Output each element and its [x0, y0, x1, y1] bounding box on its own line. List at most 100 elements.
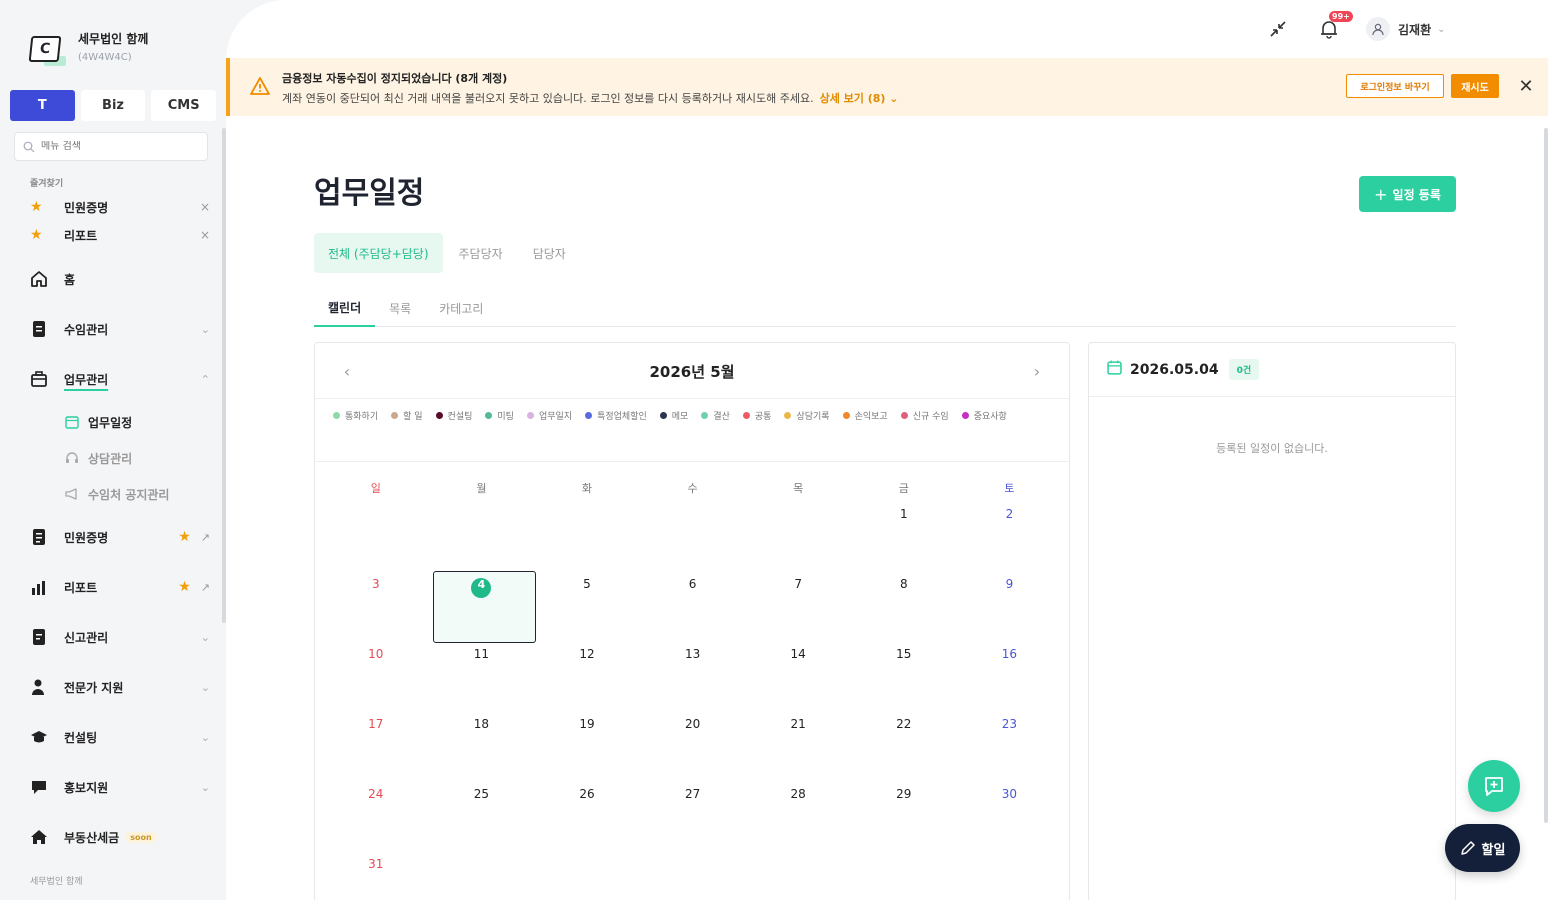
chevron-up-icon: ⌃: [200, 372, 210, 386]
nav-report[interactable]: 리포트 ★ ↗: [30, 575, 210, 599]
legend-item[interactable]: 메모: [659, 405, 688, 425]
calendar-day[interactable]: 26: [534, 787, 640, 857]
close-icon[interactable]: ×: [200, 200, 210, 214]
nav-promo[interactable]: 홍보지원 ⌄: [30, 775, 210, 799]
external-link-icon[interactable]: ↗: [201, 531, 210, 544]
calendar-day[interactable]: 3: [323, 577, 429, 647]
calendar-day[interactable]: 31: [323, 857, 429, 900]
add-schedule-button[interactable]: + 일정 등록: [1359, 176, 1456, 212]
calendar-day[interactable]: 19: [534, 717, 640, 787]
menu-search-input[interactable]: [41, 141, 191, 152]
calendar-day[interactable]: 2: [957, 507, 1063, 577]
legend-item[interactable]: 신규 수임: [900, 405, 949, 425]
star-icon[interactable]: ★: [178, 529, 191, 545]
calendar-day[interactable]: 7: [745, 577, 851, 647]
legend-item[interactable]: 업무일지: [526, 405, 572, 425]
legend-item[interactable]: 통화하기: [333, 405, 378, 425]
legend-label: 중요사항: [973, 411, 1007, 422]
legend-item[interactable]: 미팅: [485, 405, 514, 425]
calendar-day[interactable]: 22: [851, 717, 957, 787]
close-icon[interactable]: ×: [200, 228, 210, 242]
calendar-day[interactable]: 8: [851, 577, 957, 647]
calendar-day[interactable]: 13: [640, 647, 746, 717]
user-menu[interactable]: 김재환 ⌄: [1366, 17, 1446, 41]
nav-consult[interactable]: 컨설팅 ⌄: [30, 725, 210, 749]
calendar-day[interactable]: 5: [534, 577, 640, 647]
star-icon: ★: [30, 227, 43, 243]
alert-title: 금융정보 자동수집이 정지되었습니다 (8개 계정): [282, 72, 508, 85]
sub-item-notice[interactable]: 수임처 공지관리: [64, 484, 169, 504]
favorite-item-civil[interactable]: ★ 민원증명 ×: [30, 197, 210, 217]
legend-item[interactable]: 손익보고: [842, 405, 888, 425]
legend-item[interactable]: 할 일: [391, 405, 423, 425]
legend-item[interactable]: 컨설팅: [435, 405, 472, 425]
tab-list[interactable]: 목록: [375, 290, 425, 327]
calendar-day[interactable]: 24: [323, 787, 429, 857]
change-login-button[interactable]: 로그인정보 바꾸기: [1346, 74, 1444, 98]
tab-scope-assignee[interactable]: 담당자: [519, 233, 580, 273]
tab-calendar[interactable]: 캘린더: [314, 290, 376, 327]
favorite-item-report[interactable]: ★ 리포트 ×: [30, 225, 210, 245]
tab-scope-all[interactable]: 전체 (주담당+담당): [314, 233, 443, 273]
weekday-header: 토: [1004, 482, 1015, 495]
calendar-day[interactable]: 23: [957, 717, 1063, 787]
day-number: 18: [473, 717, 490, 731]
tab-scope-main[interactable]: 주담당자: [445, 233, 517, 273]
calendar-day[interactable]: 6: [640, 577, 746, 647]
collapse-icon[interactable]: [1266, 17, 1290, 41]
calendar-day[interactable]: 28: [745, 787, 851, 857]
mode-tab-t[interactable]: T: [10, 90, 75, 121]
brand[interactable]: C 세무법인 함께 (4W4W4C): [28, 30, 148, 68]
legend-item[interactable]: 중요사항: [961, 405, 1007, 425]
calendar-day[interactable]: 4: [429, 577, 535, 647]
nav-fee[interactable]: 수임관리 ⌄: [30, 317, 210, 341]
alert-description: 계좌 연동이 중단되어 최신 거래 내역을 불러오지 못하고 있습니다. 로그인…: [282, 92, 899, 105]
calendar-day[interactable]: 18: [429, 717, 535, 787]
bell-icon[interactable]: 99+: [1317, 11, 1353, 41]
legend-item[interactable]: 결산: [701, 405, 730, 425]
calendar-day[interactable]: 9: [957, 577, 1063, 647]
retry-button[interactable]: 재시도: [1451, 74, 1499, 98]
calendar-day[interactable]: 27: [640, 787, 746, 857]
legend-item[interactable]: 특정업체할인: [585, 405, 647, 425]
calendar-day[interactable]: 20: [640, 717, 746, 787]
sub-item-schedule[interactable]: 업무일정: [64, 412, 132, 432]
nav-filing[interactable]: 신고관리 ⌄: [30, 625, 210, 649]
legend-label: 손익보고: [854, 411, 888, 422]
nav-realestate[interactable]: 부동산세금 soon: [30, 825, 210, 849]
todo-fab-button[interactable]: 할일: [1445, 824, 1520, 872]
legend-label: 미팅: [497, 411, 514, 422]
calendar-day[interactable]: 12: [534, 647, 640, 717]
nav-civil[interactable]: 민원증명 ★ ↗: [30, 525, 210, 549]
calendar-day[interactable]: 15: [851, 647, 957, 717]
chevron-right-icon[interactable]: ›: [1025, 361, 1049, 381]
star-icon[interactable]: ★: [178, 579, 191, 595]
calendar-day[interactable]: 17: [323, 717, 429, 787]
calendar-day[interactable]: 30: [957, 787, 1063, 857]
sub-item-consult[interactable]: 상담관리: [64, 448, 132, 468]
calendar-day[interactable]: 1: [851, 507, 957, 577]
mode-tab-biz[interactable]: Biz: [80, 90, 146, 121]
nav-home[interactable]: 홈: [30, 267, 210, 291]
alert-more-link[interactable]: 상세 보기 (8) ⌄: [820, 92, 899, 105]
legend-item[interactable]: 상담기록: [784, 405, 830, 425]
calendar-day[interactable]: 21: [745, 717, 851, 787]
tab-category[interactable]: 카테고리: [425, 290, 497, 327]
nav-expert[interactable]: 전문가 지원 ⌄: [30, 675, 210, 699]
external-link-icon[interactable]: ↗: [201, 581, 210, 594]
calendar-day[interactable]: 16: [957, 647, 1063, 717]
mode-tab-cms[interactable]: CMS: [151, 90, 217, 121]
calendar-day[interactable]: 14: [745, 647, 851, 717]
calendar-day[interactable]: 11: [429, 647, 535, 717]
nav-work[interactable]: 업무관리 ⌃: [30, 367, 210, 391]
calendar-day[interactable]: 25: [429, 787, 535, 857]
close-icon[interactable]: ✕: [1514, 74, 1538, 98]
legend-item[interactable]: 공통: [742, 405, 771, 425]
main-scrollbar[interactable]: [1544, 128, 1548, 823]
legend-label: 할 일: [403, 411, 423, 422]
form-icon: [30, 628, 48, 646]
calendar-day[interactable]: 10: [323, 647, 429, 717]
chat-fab-button[interactable]: [1468, 760, 1520, 812]
calendar-day[interactable]: 29: [851, 787, 957, 857]
legend-label: 통화하기: [345, 411, 379, 422]
